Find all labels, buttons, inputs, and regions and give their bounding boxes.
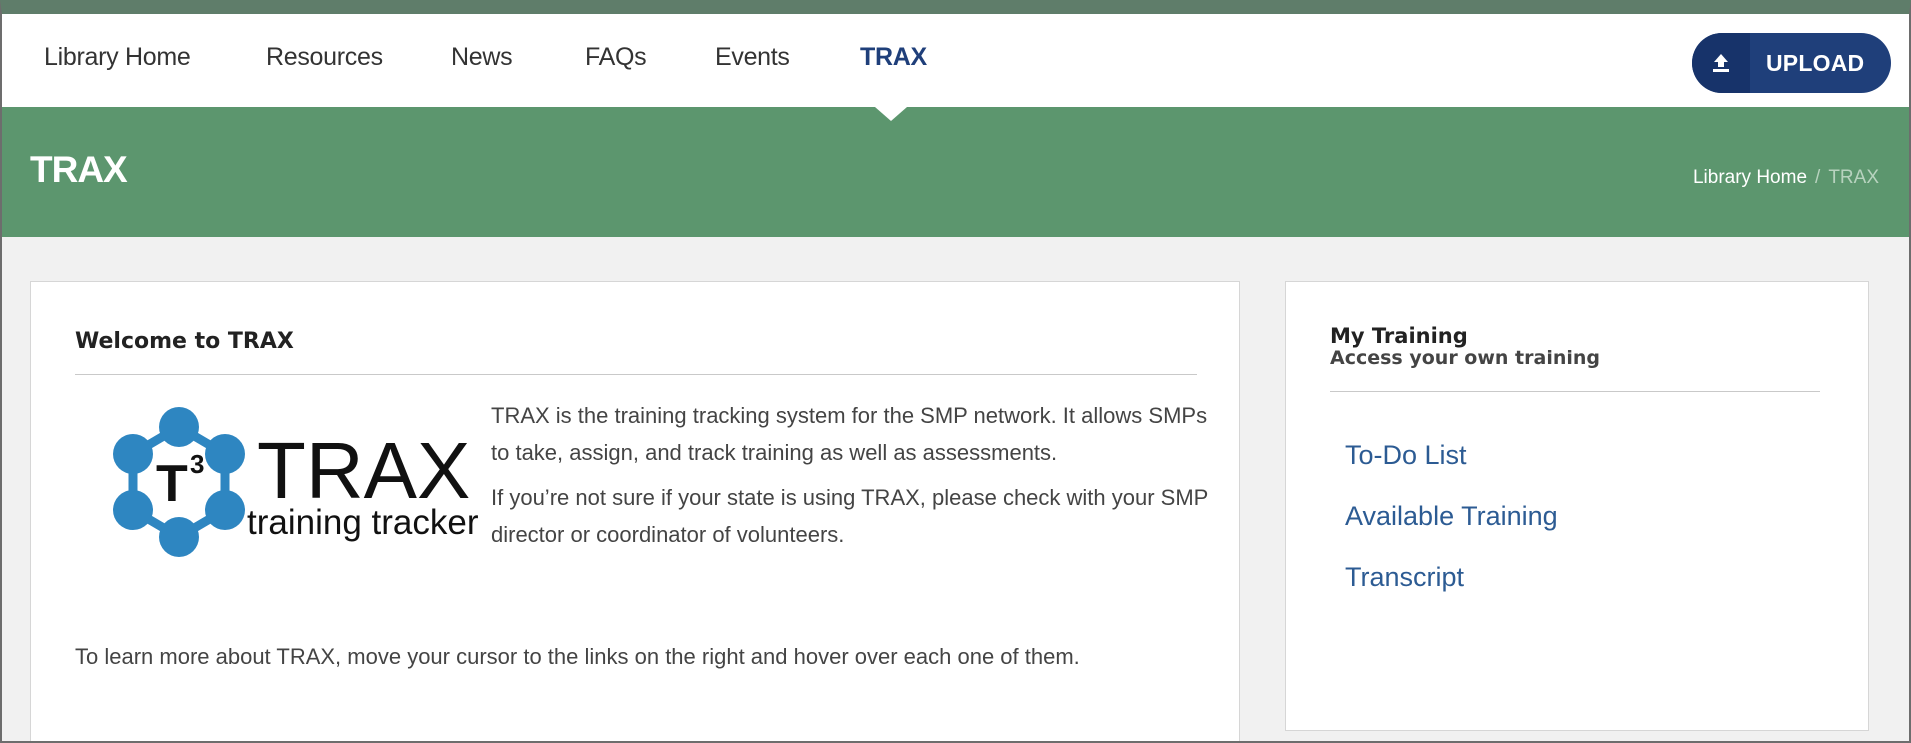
logo-tagline: training tracker bbox=[247, 503, 479, 542]
breadcrumb-separator: / bbox=[1815, 167, 1821, 188]
nav-library-home[interactable]: Library Home bbox=[44, 43, 191, 72]
nav-news[interactable]: News bbox=[451, 43, 513, 72]
my-training-subtitle: Access your own training bbox=[1330, 347, 1600, 369]
logo-wordmark: TRAX bbox=[257, 426, 470, 515]
page-frame: Library Home Resources News FAQs Events … bbox=[0, 0, 1911, 743]
state-paragraph: If you’re not sure if your state is usin… bbox=[491, 485, 1208, 547]
welcome-card: Welcome to TRAX T 3 TRAX training tracke… bbox=[30, 281, 1240, 741]
welcome-card-header: Welcome to TRAX bbox=[75, 329, 1197, 375]
page-banner: TRAX Library Home / TRAX bbox=[2, 107, 1909, 237]
breadcrumb-library-home[interactable]: Library Home bbox=[1693, 167, 1807, 188]
svg-text:T: T bbox=[156, 455, 188, 513]
nav-faqs[interactable]: FAQs bbox=[585, 43, 647, 72]
nav-resources[interactable]: Resources bbox=[266, 43, 383, 72]
welcome-title: Welcome to TRAX bbox=[75, 329, 294, 354]
link-transcript[interactable]: Transcript bbox=[1345, 562, 1464, 593]
breadcrumb-current: TRAX bbox=[1828, 167, 1879, 188]
my-training-card: My Training Access your own training To-… bbox=[1285, 281, 1869, 731]
my-training-header: My Training Access your own training bbox=[1330, 325, 1820, 392]
link-available-training[interactable]: Available Training bbox=[1345, 501, 1558, 532]
svg-text:3: 3 bbox=[190, 449, 204, 479]
active-nav-caret bbox=[875, 107, 907, 121]
upload-button[interactable]: UPLOAD bbox=[1692, 33, 1891, 93]
upload-icon bbox=[1692, 33, 1750, 93]
hover-instructions: To learn more about TRAX, move your curs… bbox=[75, 644, 1080, 669]
nav-events[interactable]: Events bbox=[715, 43, 790, 72]
breadcrumb: Library Home / TRAX bbox=[1693, 167, 1879, 189]
upload-button-label: UPLOAD bbox=[1766, 49, 1865, 76]
intro-paragraph: TRAX is the training tracking system for… bbox=[491, 403, 1208, 465]
link-todo-list[interactable]: To-Do List bbox=[1345, 440, 1467, 471]
page-title: TRAX bbox=[30, 149, 128, 190]
nav-trax[interactable]: TRAX bbox=[860, 43, 927, 72]
my-training-title: My Training bbox=[1330, 324, 1468, 348]
top-navbar: Library Home Resources News FAQs Events … bbox=[2, 14, 1909, 107]
trax-logo: T 3 TRAX training tracker bbox=[113, 407, 479, 557]
